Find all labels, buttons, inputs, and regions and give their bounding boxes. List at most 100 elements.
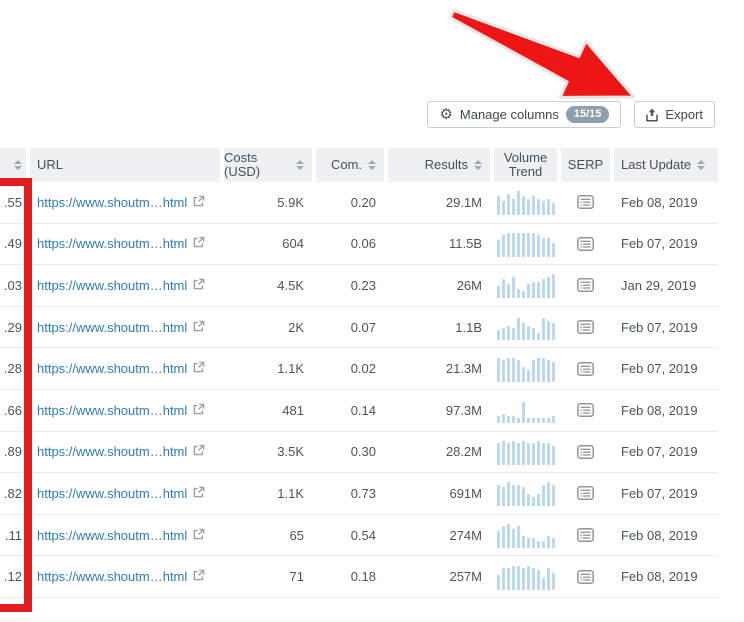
competition-value: 0.07: [350, 319, 376, 335]
competition-value: 0.73: [350, 485, 376, 501]
url-link[interactable]: https://www.shoutm…html: [37, 528, 205, 543]
external-link-icon[interactable]: [193, 486, 205, 501]
header-cell-com[interactable]: Com.: [316, 148, 384, 182]
url-link[interactable]: https://www.shoutm…html: [37, 195, 205, 210]
url-link[interactable]: https://www.shoutm…html: [37, 403, 205, 418]
costs-value: 5.9K: [277, 194, 304, 210]
url-link[interactable]: https://www.shoutm…html: [37, 320, 205, 335]
keyword-value-truncated: .82: [3, 485, 22, 501]
serp-cell: [561, 432, 610, 473]
table-row: .03 https://www.shoutm…html 4.5K 0.23 26…: [0, 265, 718, 307]
serp-button[interactable]: [577, 444, 594, 459]
competition-value: 0.23: [350, 277, 376, 293]
volume-trend-cell: [494, 556, 557, 597]
volume-trend-cell: [494, 432, 557, 473]
costs-value: 1.1K: [277, 361, 304, 377]
competition-value: 0.30: [350, 444, 376, 460]
volume-trend-cell: [494, 348, 557, 389]
serp-cell: [561, 556, 610, 597]
serp-button[interactable]: [577, 236, 594, 251]
header-cell-keyword-truncated[interactable]: [0, 148, 26, 182]
serp-button[interactable]: [577, 569, 594, 584]
keyword-value-truncated: .66: [3, 402, 22, 418]
url-cell: https://www.shoutm…html: [30, 390, 220, 431]
sort-icon: [474, 160, 482, 170]
volume-trend-chart: [496, 231, 555, 257]
header-cell-last-update[interactable]: Last Update: [614, 148, 718, 182]
external-link-icon[interactable]: [193, 195, 205, 210]
sort-icon: [368, 160, 376, 170]
results-value: 29.1M: [445, 194, 482, 210]
header-cell-url: URL: [30, 148, 220, 182]
bottom-divider: [0, 618, 744, 622]
serp-button[interactable]: [577, 278, 594, 293]
last-update-value: Feb 08, 2019: [621, 402, 698, 418]
serp-cell: [561, 348, 610, 389]
external-link-icon[interactable]: [193, 278, 205, 293]
keyword-value-truncated: .03: [3, 277, 22, 293]
results-value: 691M: [449, 485, 482, 501]
export-button[interactable]: Export: [634, 101, 715, 128]
url-cell: https://www.shoutm…html: [30, 307, 220, 348]
keyword-value-truncated: .28: [3, 361, 22, 377]
url-link[interactable]: https://www.shoutm…html: [37, 236, 205, 251]
header-cell-results[interactable]: Results: [388, 148, 490, 182]
header-cell-volume-trend: Volume Trend: [494, 148, 557, 182]
costs-value: 604: [282, 236, 304, 252]
table-row: .49 https://www.shoutm…html 604 0.06 11.…: [0, 224, 718, 266]
volume-trend-chart: [496, 439, 555, 465]
url-link[interactable]: https://www.shoutm…html: [37, 444, 205, 459]
serp-button[interactable]: [577, 528, 594, 542]
table-row: .82 https://www.shoutm…html 1.1K 0.73 69…: [0, 473, 718, 515]
table-row: .66 https://www.shoutm…html 481 0.14 97.…: [0, 390, 718, 432]
keyword-value-truncated: .12: [3, 569, 22, 585]
last-update-value: Feb 07, 2019: [621, 444, 698, 460]
export-label: Export: [665, 107, 703, 122]
manage-columns-button[interactable]: ⚙ Manage columns 15/15: [427, 101, 622, 128]
costs-value: 481: [282, 402, 304, 418]
external-link-icon[interactable]: [193, 236, 205, 251]
table-row: .12 https://www.shoutm…html 71 0.18 257M…: [0, 556, 718, 598]
results-value: 28.2M: [445, 444, 482, 460]
results-value: 11.5B: [448, 236, 482, 252]
last-update-value: Feb 07, 2019: [621, 361, 698, 377]
costs-value: 3.5K: [277, 444, 304, 460]
external-link-icon[interactable]: [193, 444, 205, 459]
serp-cell: [561, 307, 610, 348]
table-row: .28 https://www.shoutm…html 1.1K 0.02 21…: [0, 348, 718, 390]
results-value: 257M: [449, 569, 482, 585]
serp-button[interactable]: [577, 361, 594, 376]
serp-button[interactable]: [577, 486, 594, 501]
external-link-icon[interactable]: [193, 569, 205, 584]
external-link-icon[interactable]: [193, 361, 205, 376]
columns-count-badge: 15/15: [565, 105, 610, 124]
serp-button[interactable]: [577, 403, 594, 418]
last-update-value: Feb 07, 2019: [621, 485, 698, 501]
table-body: .55 https://www.shoutm…html 5.9K 0.20 29…: [0, 182, 718, 598]
table-row: .55 https://www.shoutm…html 5.9K 0.20 29…: [0, 182, 718, 224]
url-link[interactable]: https://www.shoutm…html: [37, 361, 205, 376]
serp-button[interactable]: [577, 195, 594, 210]
competition-value: 0.54: [350, 527, 376, 543]
external-link-icon[interactable]: [193, 528, 205, 543]
table-toolbar: ⚙ Manage columns 15/15 Export: [427, 101, 715, 128]
url-link[interactable]: https://www.shoutm…html: [37, 569, 205, 584]
volume-trend-cell: [494, 473, 557, 514]
results-value: 26M: [456, 277, 482, 293]
keyword-value-truncated: .55: [3, 194, 22, 210]
manage-columns-label: Manage columns: [459, 107, 559, 122]
url-cell: https://www.shoutm…html: [30, 182, 220, 223]
volume-trend-chart: [496, 356, 555, 382]
header-cell-costs[interactable]: Costs (USD): [224, 148, 312, 182]
external-link-icon[interactable]: [193, 403, 205, 418]
url-link[interactable]: https://www.shoutm…html: [37, 486, 205, 501]
serp-button[interactable]: [577, 320, 594, 335]
url-link[interactable]: https://www.shoutm…html: [37, 278, 205, 293]
costs-value: 2K: [288, 319, 304, 335]
competition-value: 0.06: [350, 236, 376, 252]
external-link-icon[interactable]: [193, 320, 205, 335]
serp-cell: [561, 515, 610, 556]
costs-value: 1.1K: [277, 485, 304, 501]
last-update-value: Feb 08, 2019: [621, 569, 698, 585]
keyword-value-truncated: .29: [3, 319, 22, 335]
